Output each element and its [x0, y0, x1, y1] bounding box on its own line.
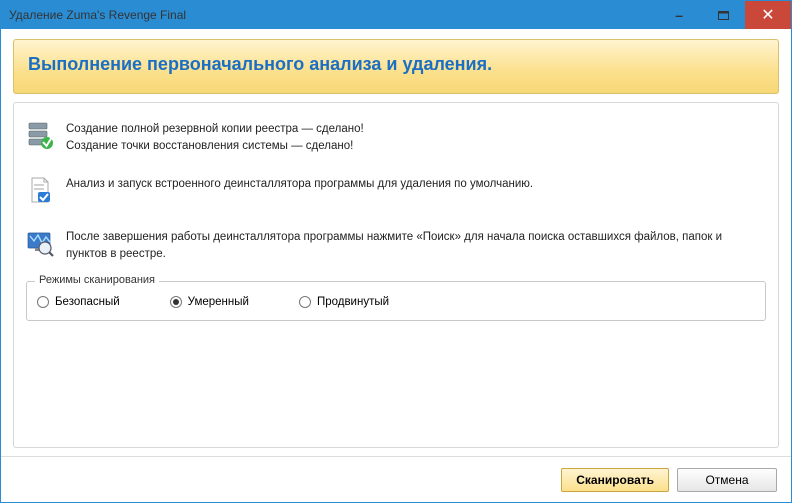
scan-modes-group: Режимы сканирования Безопасный Умеренный… — [26, 281, 766, 321]
app-window: Удаление Zuma's Revenge Final – ✕ Выполн… — [0, 0, 792, 503]
server-backup-icon — [26, 121, 54, 156]
radio-advanced[interactable]: Продвинутый — [299, 296, 389, 308]
radio-advanced-label: Продвинутый — [317, 296, 389, 308]
body-panel: Создание полной резервной копии реестра … — [13, 102, 779, 448]
radio-moderate[interactable]: Умеренный — [170, 296, 249, 308]
minimize-button[interactable]: – — [657, 1, 701, 29]
step-uninstaller-text: Анализ и запуск встроенного деинсталлято… — [66, 176, 766, 209]
step-after-scan: После завершения работы деинсталлятора п… — [26, 223, 766, 278]
header-panel: Выполнение первоначального анализа и уда… — [13, 39, 779, 94]
step-backup: Создание полной резервной копии реестра … — [26, 115, 766, 170]
radio-safe[interactable]: Безопасный — [37, 296, 120, 308]
cancel-button[interactable]: Отмена — [677, 468, 777, 492]
step-backup-text: Создание полной резервной копии реестра … — [66, 121, 766, 156]
document-check-icon — [26, 176, 54, 209]
maximize-button[interactable] — [701, 1, 745, 29]
step-after-text: После завершения работы деинсталлятора п… — [66, 229, 766, 264]
radio-moderate-label: Умеренный — [188, 296, 249, 308]
close-button[interactable]: ✕ — [745, 1, 791, 29]
window-title: Удаление Zuma's Revenge Final — [1, 8, 657, 22]
page-heading: Выполнение первоначального анализа и уда… — [28, 54, 764, 75]
radio-dot-icon — [37, 296, 49, 308]
radio-safe-label: Безопасный — [55, 296, 120, 308]
content-area: Выполнение первоначального анализа и уда… — [1, 29, 791, 456]
window-controls: – ✕ — [657, 1, 791, 29]
footer-bar: Сканировать Отмена — [1, 456, 791, 502]
scan-button[interactable]: Сканировать — [561, 468, 669, 492]
step-uninstaller: Анализ и запуск встроенного деинсталлято… — [26, 170, 766, 223]
spacer — [26, 321, 766, 437]
radio-dot-icon — [299, 296, 311, 308]
radio-dot-icon — [170, 296, 182, 308]
backup-line-1: Создание полной резервной копии реестра … — [66, 121, 766, 138]
titlebar: Удаление Zuma's Revenge Final – ✕ — [1, 1, 791, 29]
scan-modes-legend: Режимы сканирования — [35, 274, 159, 286]
backup-line-2: Создание точки восстановления системы — … — [66, 138, 766, 155]
search-monitor-icon — [26, 229, 54, 264]
